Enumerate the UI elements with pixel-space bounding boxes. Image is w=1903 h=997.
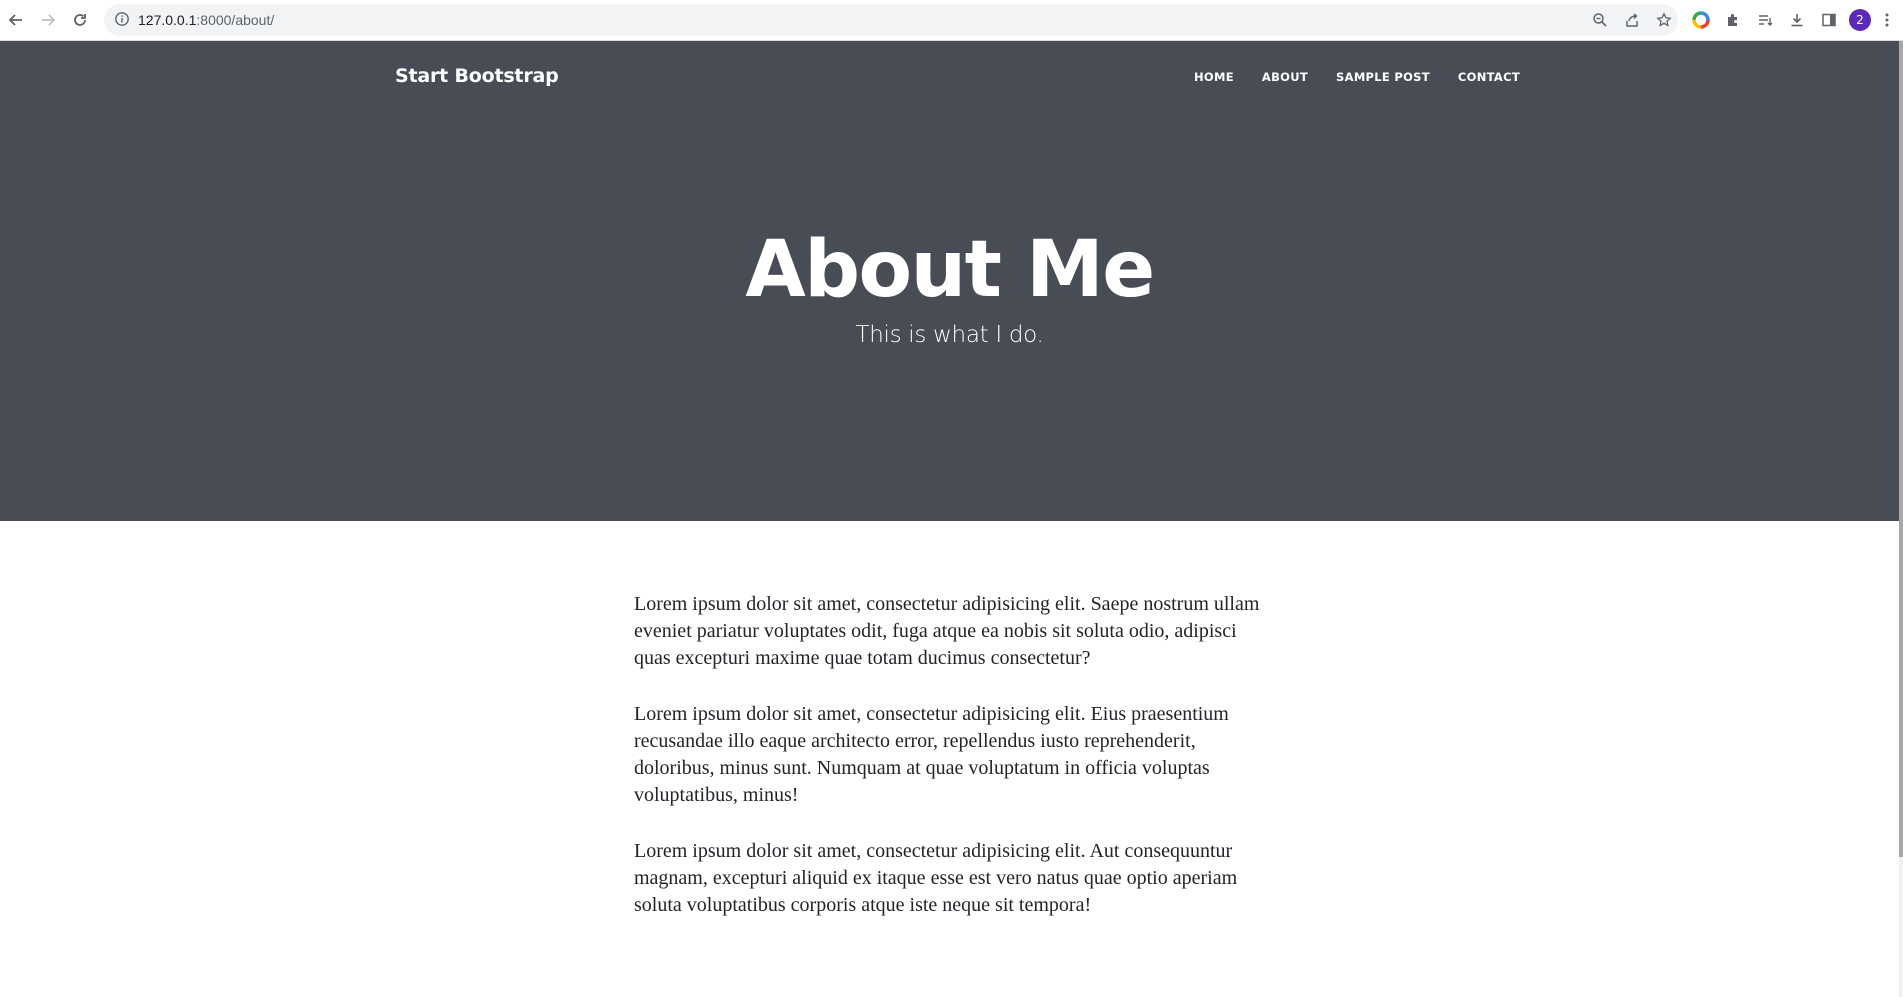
puzzle-icon[interactable]	[1722, 9, 1744, 31]
url-path: :8000/about/	[196, 12, 275, 28]
paragraph: Lorem ipsum dolor sit amet, consectetur …	[634, 703, 1229, 806]
masthead: Start Bootstrap Home About Sample Post C…	[0, 41, 1899, 521]
zoom-icon[interactable]	[1591, 11, 1609, 29]
forward-arrow-icon[interactable]	[36, 8, 60, 32]
nav-item-sample-post[interactable]: Sample Post	[1322, 70, 1444, 84]
reading-list-icon[interactable]	[1754, 9, 1776, 31]
download-icon[interactable]	[1786, 9, 1808, 31]
nav-item-about[interactable]: About	[1248, 70, 1322, 84]
main-nav: Home About Sample Post Contact	[1180, 70, 1534, 84]
color-wheel-icon[interactable]	[1690, 9, 1712, 31]
page-subtitle: This is what I do.	[855, 322, 1044, 348]
url-text: 127.0.0.1:8000/about/	[138, 4, 274, 36]
back-arrow-icon[interactable]	[4, 8, 28, 32]
avatar[interactable]: 2	[1849, 9, 1871, 31]
nav-item-home[interactable]: Home	[1180, 70, 1248, 84]
share-icon[interactable]	[1623, 11, 1641, 29]
url-host: 127.0.0.1	[138, 12, 197, 28]
nav-item-contact[interactable]: Contact	[1444, 70, 1534, 84]
paragraph: Lorem ipsum dolor sit amet, consectetur …	[634, 840, 1238, 916]
address-bar[interactable]: 127.0.0.1:8000/about/	[104, 4, 1678, 36]
browser-toolbar: 127.0.0.1:8000/about/ 2	[0, 0, 1903, 41]
side-panel-icon[interactable]	[1818, 9, 1840, 31]
page-heading: About Me This is what I do.	[0, 224, 1899, 348]
main-content: Lorem ipsum dolor sit amet, consectetur …	[634, 591, 1264, 948]
brand-link[interactable]: Start Bootstrap	[395, 65, 559, 87]
star-icon[interactable]	[1655, 11, 1673, 29]
page-title: About Me	[745, 225, 1155, 315]
paragraph: Lorem ipsum dolor sit amet, consectetur …	[634, 593, 1260, 669]
page-scrollbar[interactable]	[1899, 41, 1903, 997]
reload-icon[interactable]	[68, 8, 92, 32]
scrollbar-thumb[interactable]	[1899, 41, 1903, 857]
info-icon[interactable]	[114, 11, 130, 32]
kebab-menu-icon[interactable]	[1880, 9, 1894, 31]
